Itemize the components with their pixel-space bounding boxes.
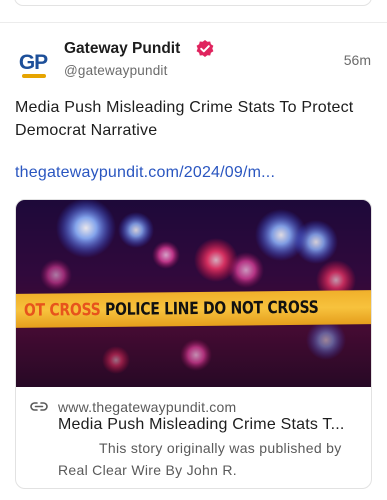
author-handle[interactable]: @gatewaypundit (64, 63, 168, 78)
post-timestamp[interactable]: 56m (344, 52, 371, 68)
police-tape-text: OT CROSS POLICE LINE DO NOT CROSS (23, 297, 319, 321)
link-card-title: Media Push Misleading Crime Stats T... (58, 416, 345, 433)
link-card-description-continued: Real Clear Wire By John R. (58, 462, 237, 478)
post-body-text: Media Push Misleading Crime Stats To Pro… (15, 99, 354, 139)
police-tape: OT CROSS POLICE LINE DO NOT CROSS (16, 290, 371, 328)
link-card-domain: www.thegatewaypundit.com (58, 399, 237, 415)
link-card-description: This story originally was published by (99, 440, 342, 456)
avatar-logo-swoosh (22, 74, 46, 78)
avatar-logo-text: GP (18, 51, 48, 74)
link-preview-card[interactable]: OT CROSS POLICE LINE DO NOT CROSS www.th… (15, 199, 372, 489)
verified-badge-icon (196, 40, 214, 57)
author-avatar[interactable]: GP (14, 44, 52, 82)
post-link[interactable]: thegatewaypundit.com/2024/09/m... (15, 164, 275, 182)
link-icon (30, 402, 48, 411)
author-name[interactable]: Gateway Pundit (64, 40, 180, 58)
post-divider (0, 22, 387, 23)
link-preview-image: OT CROSS POLICE LINE DO NOT CROSS (16, 200, 371, 387)
previous-post-card (14, 0, 372, 6)
